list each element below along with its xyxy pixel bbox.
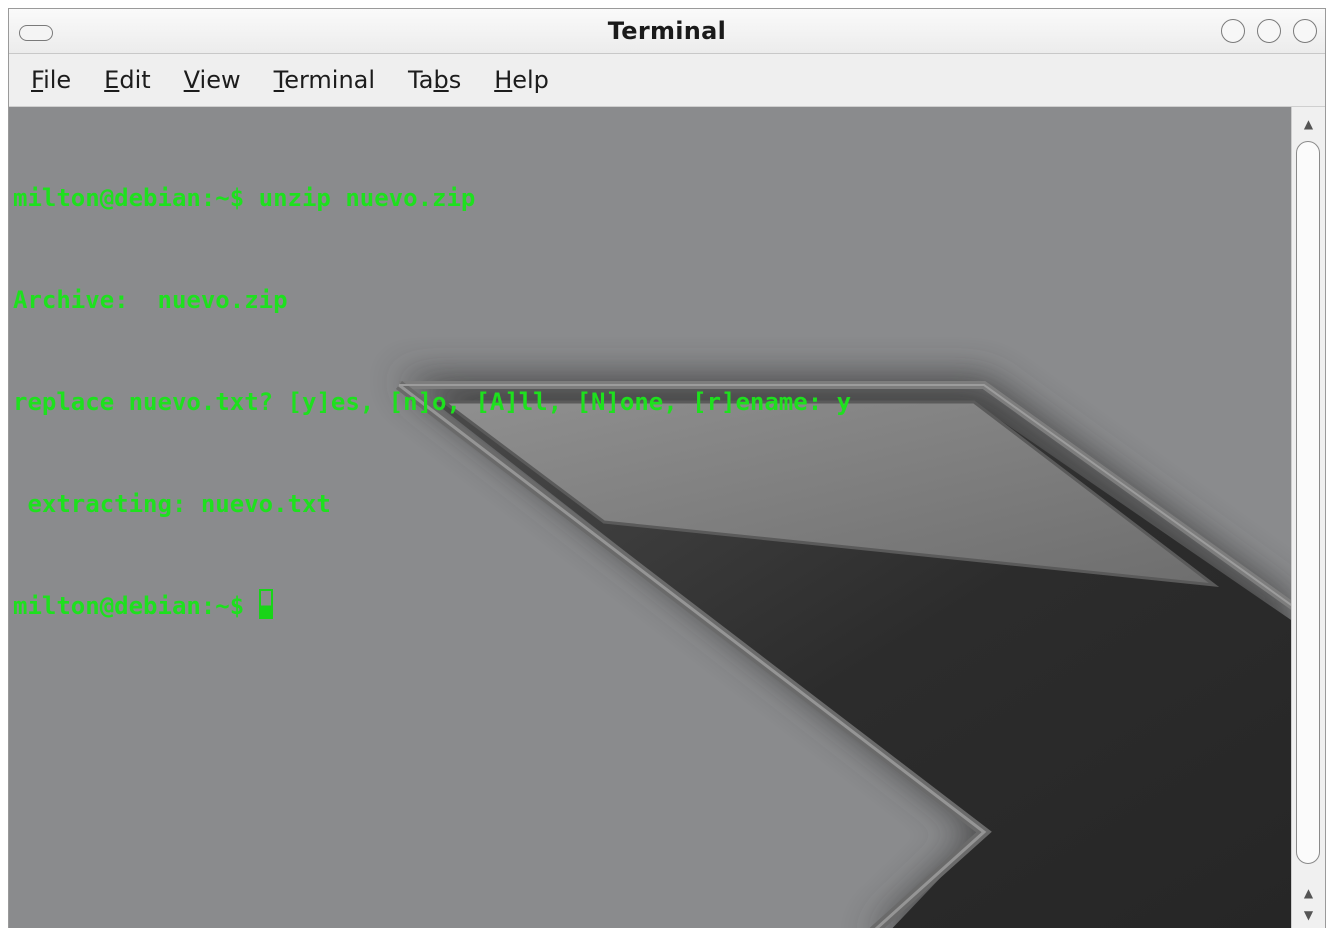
close-button[interactable]	[1293, 19, 1317, 43]
menu-help[interactable]: Help	[494, 66, 549, 94]
terminal-area[interactable]: milton@debian:~$ unzip nuevo.zip Archive…	[9, 107, 1294, 928]
scroll-up-arrow-icon[interactable]: ▲	[1292, 113, 1325, 135]
terminal-line: milton@debian:~$ unzip nuevo.zip	[13, 184, 476, 212]
title-bar[interactable]: Terminal	[9, 9, 1325, 54]
window-controls	[1221, 19, 1317, 43]
terminal-line: extracting: nuevo.txt	[13, 490, 331, 518]
window-title: Terminal	[607, 17, 727, 45]
minimize-button[interactable]	[1221, 19, 1245, 43]
terminal-output: milton@debian:~$ unzip nuevo.zip Archive…	[13, 113, 851, 691]
menu-bar: File Edit View Terminal Tabs Help	[9, 54, 1325, 107]
menu-tabs[interactable]: Tabs	[408, 66, 461, 94]
menu-view[interactable]: View	[184, 66, 241, 94]
vertical-scrollbar[interactable]: ▲ ▲ ▼	[1291, 107, 1325, 928]
terminal-window: Terminal File Edit View Terminal Tabs He…	[8, 8, 1326, 928]
terminal-line: replace nuevo.txt? [y]es, [n]o, [A]ll, […	[13, 388, 852, 416]
terminal-prompt: milton@debian:~$	[13, 592, 259, 620]
scroll-up-arrow-icon[interactable]: ▲	[1292, 882, 1325, 904]
text-cursor	[258, 589, 273, 619]
scroll-down-arrow-icon[interactable]: ▼	[1292, 904, 1325, 926]
maximize-button[interactable]	[1257, 19, 1281, 43]
terminal-prompt-line[interactable]: milton@debian:~$	[13, 589, 851, 623]
terminal-line: Archive: nuevo.zip	[13, 286, 288, 314]
menu-terminal[interactable]: Terminal	[274, 66, 375, 94]
menu-file[interactable]: File	[31, 66, 71, 94]
scrollbar-thumb[interactable]	[1296, 141, 1320, 864]
menu-edit[interactable]: Edit	[104, 66, 150, 94]
